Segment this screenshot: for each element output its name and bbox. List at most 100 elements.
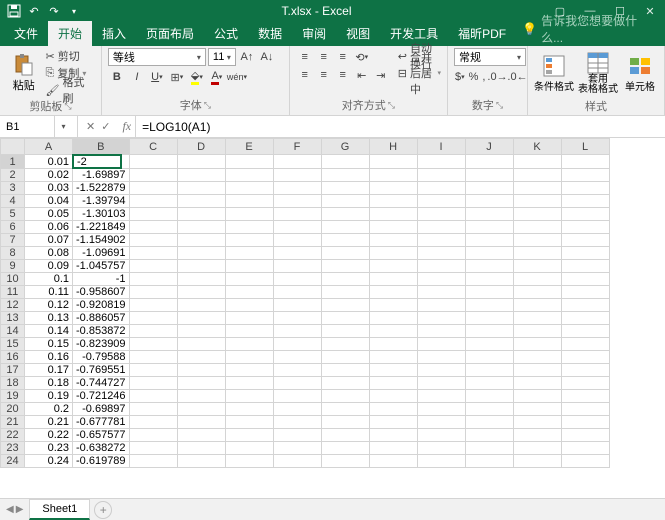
column-header[interactable]: K [513,139,561,155]
cell[interactable]: 0.24 [25,455,73,468]
cell[interactable]: -0.79588 [73,351,130,364]
minimize-icon[interactable]: — [575,2,605,20]
cell[interactable] [273,325,321,338]
align-top-icon[interactable]: ≡ [296,48,314,66]
cell[interactable] [129,182,177,195]
cancel-formula-icon[interactable]: ✕ [86,120,95,133]
cell[interactable] [273,442,321,455]
cell[interactable]: 0.06 [25,221,73,234]
cell[interactable]: 0.15 [25,338,73,351]
redo-icon[interactable]: ↷ [46,3,62,19]
number-launcher-icon[interactable]: ⤡ [496,100,503,111]
cell[interactable] [177,182,225,195]
cell[interactable]: -1.045757 [73,260,130,273]
cell[interactable] [417,325,465,338]
cell[interactable] [273,155,321,169]
cell[interactable] [465,182,513,195]
cell[interactable]: 0.17 [25,364,73,377]
cell[interactable] [177,325,225,338]
cell[interactable] [513,312,561,325]
row-header[interactable]: 17 [1,364,25,377]
tab-insert[interactable]: 插入 [92,21,136,46]
tab-review[interactable]: 审阅 [292,21,336,46]
name-box-dropdown-icon[interactable]: ▾ [54,116,72,137]
cell[interactable] [177,260,225,273]
cell[interactable] [321,221,369,234]
cell[interactable] [369,221,417,234]
orientation-icon[interactable]: ⟲▾ [353,48,371,66]
format-as-table-button[interactable]: 套用 表格格式 [576,48,620,98]
cell[interactable] [561,325,609,338]
cell[interactable] [129,390,177,403]
column-header[interactable]: I [417,139,465,155]
cell[interactable] [561,416,609,429]
align-bottom-icon[interactable]: ≡ [334,48,352,66]
cell[interactable] [369,234,417,247]
cell[interactable] [177,390,225,403]
cell[interactable] [561,403,609,416]
cell[interactable] [561,182,609,195]
cell[interactable] [465,234,513,247]
cell[interactable] [321,273,369,286]
cell[interactable] [513,403,561,416]
cell[interactable]: 0.16 [25,351,73,364]
cell[interactable] [129,442,177,455]
column-header[interactable]: L [561,139,609,155]
cell[interactable] [561,390,609,403]
undo-icon[interactable]: ↶ [26,3,42,19]
percent-format-icon[interactable]: % [468,68,480,86]
cell[interactable] [225,377,273,390]
cell[interactable] [417,182,465,195]
cell[interactable] [225,403,273,416]
cell[interactable] [225,338,273,351]
cell[interactable] [417,312,465,325]
enter-formula-icon[interactable]: ✓ [101,120,110,133]
cell[interactable] [417,273,465,286]
cell[interactable] [273,416,321,429]
cell[interactable] [417,338,465,351]
cell[interactable] [129,312,177,325]
cell[interactable] [273,403,321,416]
cell[interactable] [561,377,609,390]
cell[interactable]: -0.721246 [73,390,130,403]
tab-data[interactable]: 数据 [248,21,292,46]
cell[interactable] [561,442,609,455]
cell[interactable] [465,351,513,364]
format-painter-button[interactable]: 🖌格式刷 [46,82,95,98]
row-header[interactable]: 5 [1,208,25,221]
cell[interactable] [465,403,513,416]
cell[interactable] [513,155,561,169]
cell[interactable] [369,338,417,351]
cell[interactable] [321,155,369,169]
cell[interactable] [465,338,513,351]
cell[interactable] [177,351,225,364]
cell[interactable] [417,247,465,260]
cell[interactable] [417,221,465,234]
cell[interactable]: -1.154902 [73,234,130,247]
row-header[interactable]: 15 [1,338,25,351]
cell[interactable] [273,455,321,468]
number-format-select[interactable]: 常规▾ [454,48,526,66]
cell[interactable]: 0.08 [25,247,73,260]
sheet-nav-prev-icon[interactable]: ◀ [6,504,14,515]
tab-page-layout[interactable]: 页面布局 [136,21,204,46]
cell[interactable] [417,455,465,468]
font-name-select[interactable]: 等线▾ [108,48,206,66]
cell[interactable]: 0.2 [25,403,73,416]
cell[interactable]: 0.13 [25,312,73,325]
cell[interactable] [225,299,273,312]
cell[interactable]: -0.638272 [73,442,130,455]
cell[interactable] [129,338,177,351]
cell[interactable] [225,273,273,286]
cell[interactable] [273,286,321,299]
cell[interactable]: 0.01 [25,155,73,169]
cell[interactable] [369,312,417,325]
save-icon[interactable] [6,3,22,19]
cell[interactable] [465,416,513,429]
row-header[interactable]: 14 [1,325,25,338]
italic-button[interactable]: I [128,68,146,86]
cell[interactable]: -0.69897 [73,403,130,416]
cell[interactable] [417,155,465,169]
cell[interactable] [273,364,321,377]
cell[interactable] [129,416,177,429]
